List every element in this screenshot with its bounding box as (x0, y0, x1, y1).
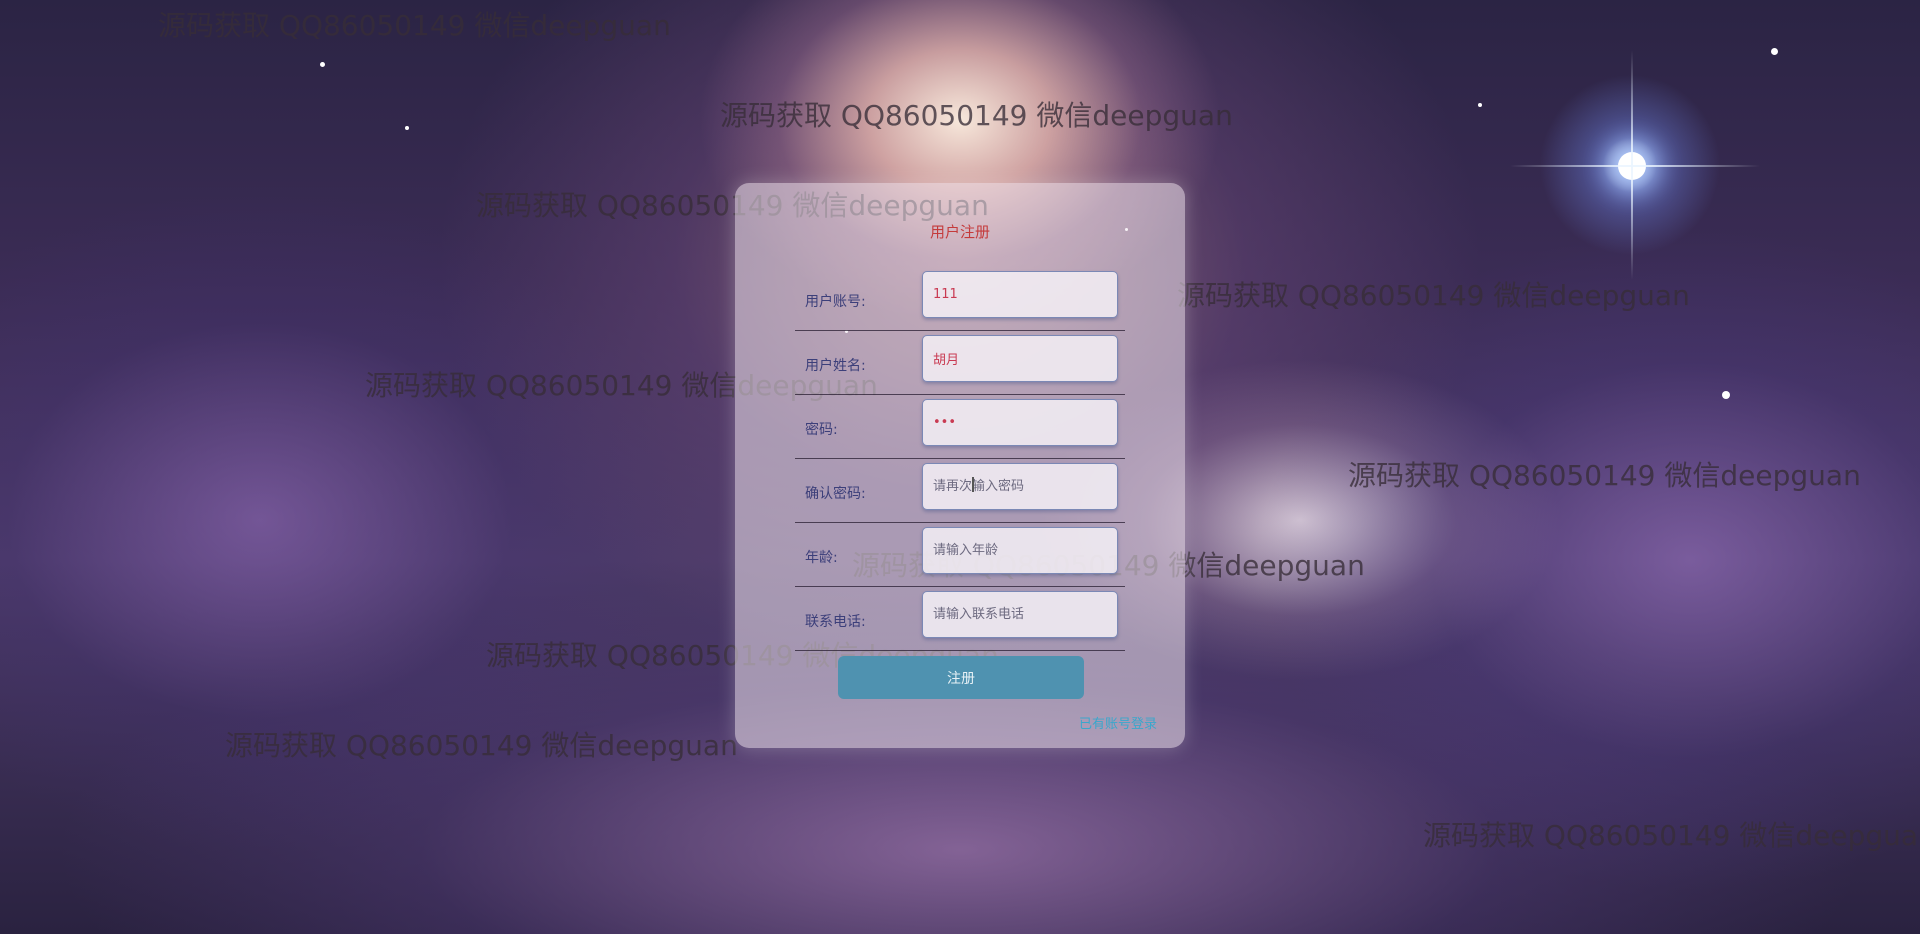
account-label: 用户账号: (805, 294, 866, 310)
phone-input[interactable] (922, 591, 1118, 638)
account-input[interactable] (922, 271, 1118, 318)
star (1722, 391, 1730, 399)
account-row: 用户账号: (795, 268, 1125, 331)
login-link[interactable]: 已有账号登录 (1079, 713, 1157, 732)
name-label: 用户姓名: (805, 358, 866, 374)
age-input[interactable] (922, 527, 1118, 574)
star (405, 126, 409, 130)
name-row: 用户姓名: (795, 332, 1125, 395)
password-row: 密码: (795, 396, 1125, 459)
register-button[interactable]: 注册 (838, 656, 1084, 699)
star (1771, 48, 1778, 55)
name-input[interactable] (922, 335, 1118, 382)
star-flare-vertical (1631, 50, 1633, 280)
phone-label: 联系电话: (805, 614, 866, 630)
confirm-password-row: 确认密码: (795, 460, 1125, 523)
star-flare-horizontal (1510, 165, 1760, 167)
confirm-password-input[interactable] (922, 463, 1118, 510)
phone-row: 联系电话: (795, 588, 1125, 651)
text-cursor-icon (972, 477, 974, 492)
watermark-text: 源码获取 QQ86050149 微信deepguan (1177, 279, 1690, 312)
watermark-text: 源码获取 QQ86050149 微信deepguan (225, 729, 738, 762)
password-input[interactable] (922, 399, 1118, 446)
star (1478, 103, 1482, 107)
registration-panel: 用户注册 用户账号: 用户姓名: 密码: 确认密码: 年龄: 联系电话: 注册 … (735, 183, 1185, 748)
watermark-text: 源码获取 QQ86050149 微信deepguan (158, 9, 671, 42)
age-label: 年龄: (805, 550, 838, 566)
watermark-text: 源码获取 QQ86050149 微信deepguan (1348, 459, 1861, 492)
age-row: 年龄: (795, 524, 1125, 587)
confirm-password-label: 确认密码: (805, 486, 866, 502)
star (320, 62, 325, 67)
watermark-text: 源码获取 QQ86050149 微信deepguan (1423, 819, 1920, 852)
watermark-text: 源码获取 QQ86050149 微信deepguan (720, 99, 1233, 132)
page-title: 用户注册 (929, 223, 990, 241)
password-label: 密码: (805, 422, 838, 438)
